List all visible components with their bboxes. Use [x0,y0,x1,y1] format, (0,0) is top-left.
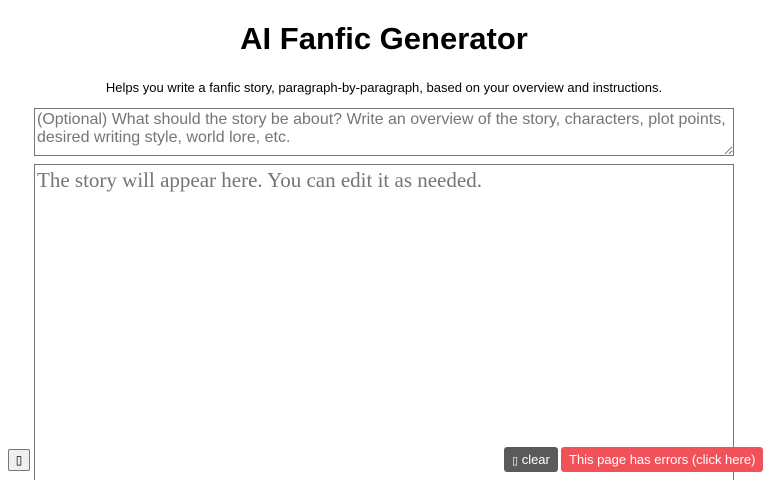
page-errors-button[interactable]: This page has errors (click here) [561,447,764,472]
app-page: AI Fanfic Generator Helps you write a fa… [0,0,768,480]
story-text-area[interactable] [34,164,734,480]
page-subtitle: Helps you write a fanfic story, paragrap… [105,80,663,95]
story-overview-input[interactable] [34,108,734,156]
trash-icon: ▯ [512,454,519,467]
page-title: AI Fanfic Generator [240,21,528,56]
clear-button[interactable]: ▯ clear [504,447,558,472]
menu-toggle-button[interactable]: ▯ [8,449,30,471]
clear-button-label: clear [521,452,550,467]
